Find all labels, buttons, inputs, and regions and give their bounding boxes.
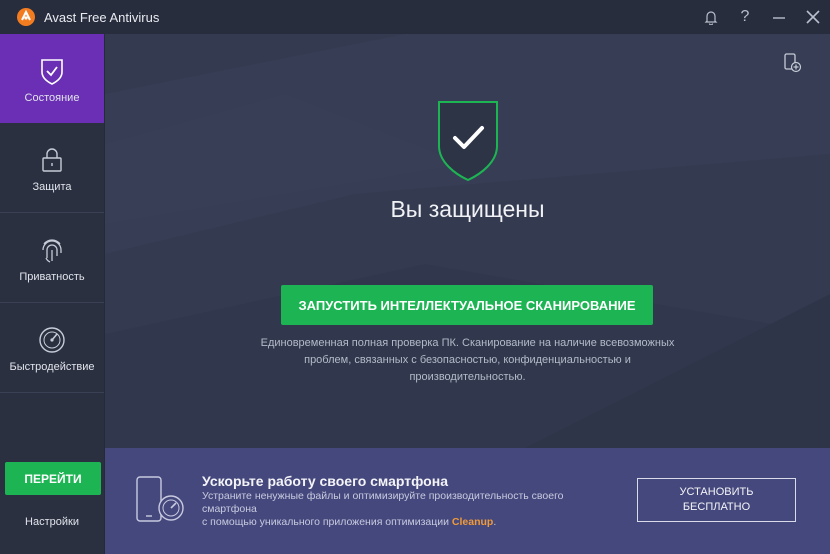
install-free-button[interactable]: УСТАНОВИТЬ БЕСПЛАТНО [637, 478, 796, 522]
bell-icon [704, 10, 718, 25]
cleanup-link[interactable]: Cleanup [452, 516, 493, 528]
sidebar: Состояние Защита Приватность Быстродейст… [0, 34, 105, 554]
fingerprint-icon [42, 239, 62, 263]
sidebar-item-label: Приватность [19, 271, 85, 283]
minimize-icon [773, 17, 785, 19]
go-button[interactable]: ПЕРЕЙТИ [5, 462, 101, 495]
sidebar-item-label: Защита [32, 181, 72, 193]
sidebar-item-privacy[interactable]: Приватность [0, 214, 104, 303]
sidebar-item-performance[interactable]: Быстродействие [0, 304, 104, 393]
smart-scan-button[interactable]: ЗАПУСТИТЬ ИНТЕЛЛЕКТУАЛЬНОЕ СКАНИРОВАНИЕ [281, 285, 653, 325]
sidebar-item-label: Быстродействие [9, 361, 95, 373]
promo-text-fragment: с помощью уникального приложения оптимиз… [202, 516, 452, 528]
install-label-line: БЕСПЛАТНО [682, 501, 751, 513]
promo-text: Устраните ненужные файлы и оптимизируйте… [202, 490, 592, 529]
device-add-icon [784, 53, 802, 73]
status-title: Вы защищены [390, 196, 545, 222]
promo-text-fragment: . [493, 516, 497, 528]
install-label-line: УСТАНОВИТЬ [679, 486, 754, 498]
sidebar-item-protection[interactable]: Защита [0, 124, 104, 213]
close-icon [806, 10, 820, 24]
speedometer-icon [39, 327, 65, 353]
main-panel: Вы защищены ЗАПУСТИТЬ ИНТЕЛЛЕКТУАЛЬНОЕ С… [105, 34, 830, 448]
help-icon: ? [740, 8, 750, 25]
scan-description: Единовременная полная проверка ПК. Скани… [245, 335, 690, 386]
description-line: производительностью. [409, 371, 526, 383]
avast-logo-icon [17, 8, 35, 26]
settings-link[interactable]: Настройки [0, 516, 104, 528]
promo-title: Ускорьте работу своего смартфона [202, 473, 448, 489]
close-button[interactable] [796, 0, 830, 34]
sidebar-item-label: Состояние [24, 91, 80, 104]
add-device-button[interactable] [782, 52, 804, 74]
notifications-button[interactable] [694, 0, 728, 34]
title-bar: Avast Free Antivirus ? [0, 0, 830, 34]
shield-check-icon [41, 58, 63, 85]
promo-text-line: смартфона [202, 503, 257, 515]
lock-icon [42, 148, 62, 172]
promo-text-line: Устраните ненужные файлы и оптимизируйте… [202, 490, 564, 502]
help-button[interactable]: ? [728, 0, 762, 34]
description-line: Единовременная полная проверка ПК. Скани… [260, 337, 675, 349]
window-title: Avast Free Antivirus [44, 9, 160, 25]
minimize-button[interactable] [762, 0, 796, 34]
promo-text-line: с помощью уникального приложения оптимиз… [202, 516, 592, 529]
protected-shield-icon [438, 101, 498, 182]
sidebar-item-status[interactable]: Состояние [0, 34, 104, 123]
phone-speed-icon [136, 476, 184, 522]
app-window: Avast Free Antivirus ? Состояние Защита … [0, 0, 830, 554]
promo-banner: Ускорьте работу своего смартфона Устрани… [105, 448, 830, 554]
description-line: проблем, связанных с безопасностью, конф… [304, 354, 631, 366]
